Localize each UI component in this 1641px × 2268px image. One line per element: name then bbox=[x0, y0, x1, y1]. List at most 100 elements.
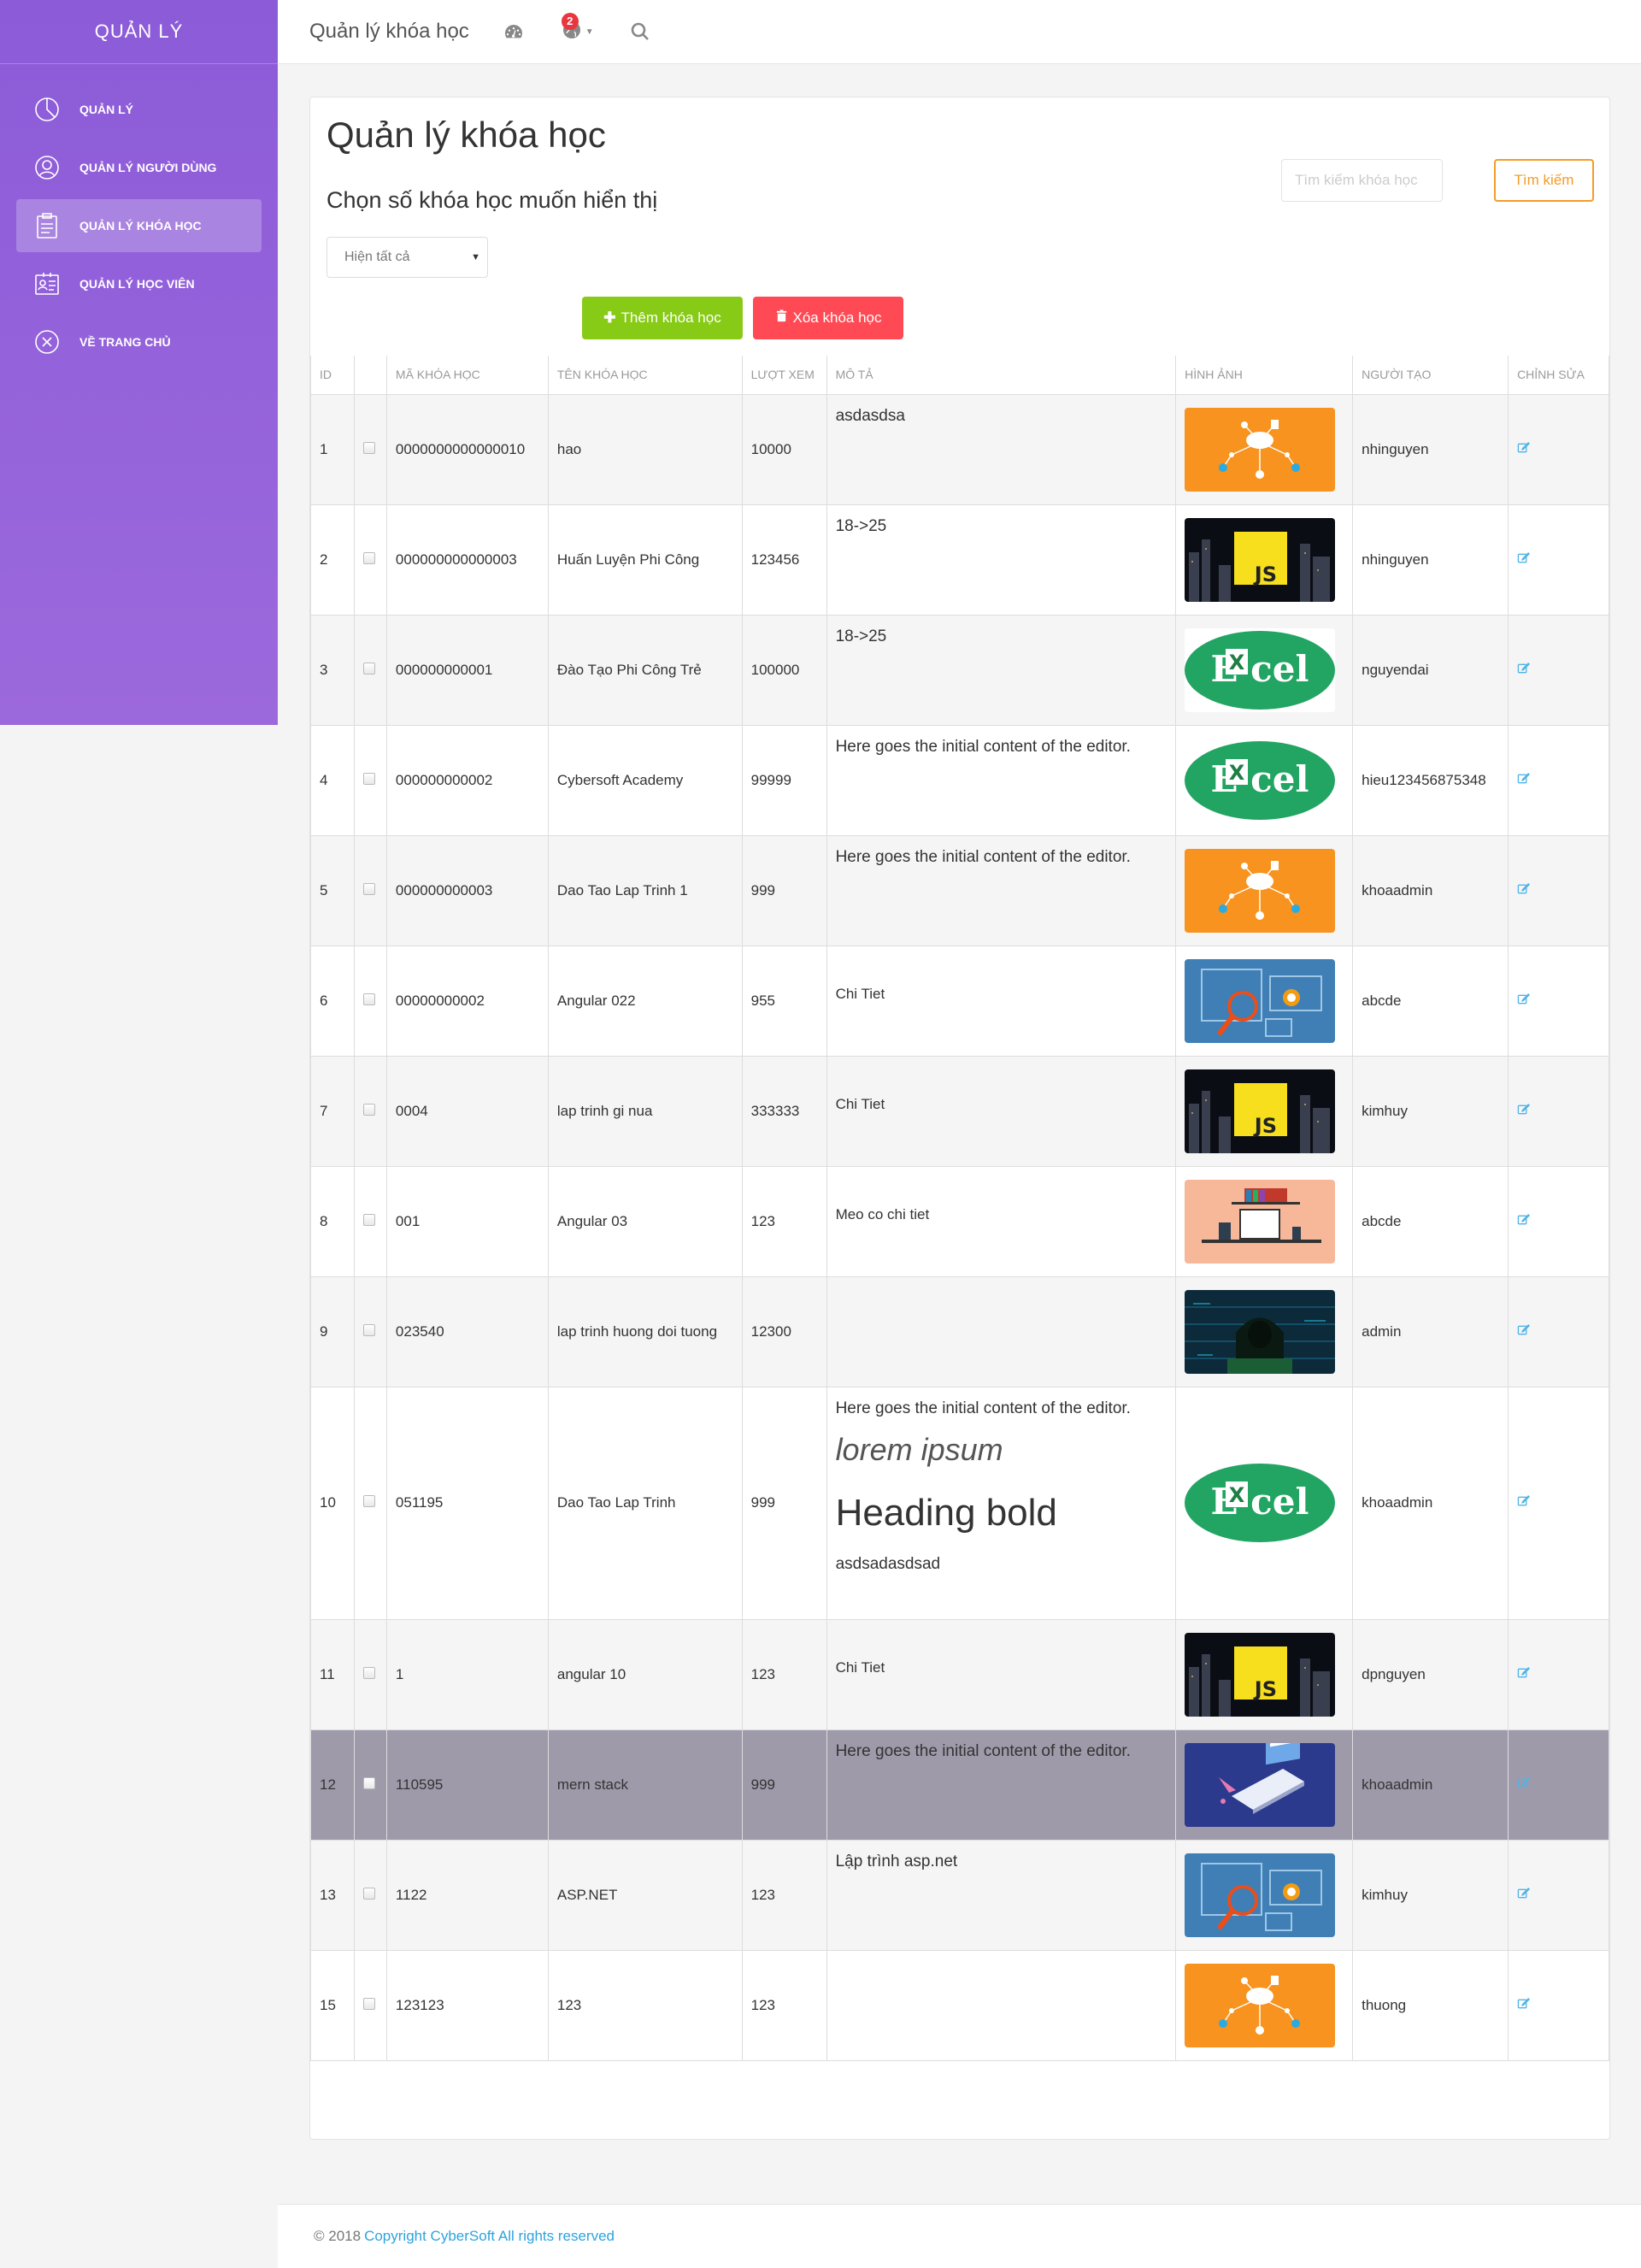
cell-views: 955 bbox=[741, 945, 827, 1057]
edit-icon[interactable] bbox=[1517, 1997, 1531, 2014]
delete-course-button[interactable]: Xóa khóa học bbox=[753, 297, 903, 339]
edit-icon[interactable] bbox=[1517, 993, 1531, 1010]
notifications-globe[interactable]: 2 ▼ bbox=[561, 12, 594, 44]
edit-icon[interactable] bbox=[1517, 882, 1531, 899]
course-thumbnail: E cel X bbox=[1185, 627, 1336, 712]
row-checkbox[interactable] bbox=[362, 1213, 375, 1226]
cell-id: 12 bbox=[310, 1729, 355, 1841]
cell-creator: hieu123456875348 bbox=[1352, 724, 1509, 836]
row-checkbox[interactable] bbox=[362, 551, 375, 564]
row-checkbox[interactable] bbox=[362, 1495, 375, 1507]
cell-edit bbox=[1508, 1165, 1609, 1277]
edit-icon[interactable] bbox=[1517, 1103, 1531, 1120]
cell-course-name: 123 bbox=[547, 1949, 743, 2061]
cell-creator: admin bbox=[1352, 1275, 1509, 1387]
edit-icon[interactable] bbox=[1517, 1776, 1531, 1794]
select-value: Hiện tất cả bbox=[344, 250, 410, 264]
row-checkbox[interactable] bbox=[362, 772, 375, 785]
table-row[interactable]: 15 123123 123 123 thuong bbox=[310, 1949, 1609, 2061]
edit-icon[interactable] bbox=[1517, 662, 1531, 679]
cell-course-code: 123123 bbox=[385, 1949, 549, 2061]
table-row[interactable]: 3 000000000001 Đào Tạo Phi Công Trẻ 100000 1… bbox=[310, 614, 1609, 726]
table-row[interactable]: 10 051195 Dao Tao Lap Trinh 999 Here goes th… bbox=[310, 1386, 1609, 1620]
sidebar-item-label: QUẢN LÝ HỌC VIÊN bbox=[79, 277, 195, 291]
sidebar-item-courses[interactable]: QUẢN LÝ KHÓA HỌC bbox=[16, 199, 262, 252]
row-checkbox[interactable] bbox=[362, 1997, 375, 2010]
cell-views: 123 bbox=[741, 1618, 827, 1730]
cell-course-code: 1122 bbox=[385, 1839, 549, 1951]
table-row[interactable]: 9 023540 lap trinh huong doi tuong 12300 adm… bbox=[310, 1275, 1609, 1387]
cell-image bbox=[1175, 393, 1354, 505]
table-row[interactable]: 12 110595 mern stack 999 Here goes the initi… bbox=[310, 1729, 1609, 1841]
row-checkbox[interactable] bbox=[362, 1323, 375, 1336]
table-row[interactable]: 13 1122 ASP.NET 123 Lập trình asp.net kimhuy bbox=[310, 1839, 1609, 1951]
row-checkbox[interactable] bbox=[362, 1666, 375, 1679]
topbar-title[interactable]: Quản lý khóa học bbox=[309, 20, 469, 44]
row-checkbox[interactable] bbox=[362, 441, 375, 454]
table-row[interactable]: 2 000000000000003 Huấn Luyện Phi Công 12345… bbox=[310, 504, 1609, 616]
course-search-input[interactable] bbox=[1281, 159, 1443, 202]
row-checkbox[interactable] bbox=[362, 662, 375, 675]
sidebar-nav: QUẢN LÝ QUẢN LÝ NGƯỜI DÙNG QUẢN LÝ KHÓA … bbox=[0, 64, 278, 368]
row-checkbox[interactable] bbox=[362, 993, 375, 1005]
cell-description: 18->25 bbox=[826, 614, 1177, 726]
column-header: NGƯỜI TẠO bbox=[1352, 356, 1509, 395]
cell-description: Here goes the initial content of the edi… bbox=[826, 834, 1177, 946]
table-row[interactable]: 6 00000000002 Angular 022 955 Chi Tiet abcde bbox=[310, 945, 1609, 1057]
table-row[interactable]: 1 0000000000000010 hao 10000 asdasdsa nhinguy… bbox=[310, 393, 1609, 505]
table-row[interactable]: 5 000000000003 Dao Tao Lap Trinh 1 999 Here … bbox=[310, 834, 1609, 946]
sidebar-item-dashboard[interactable]: QUẢN LÝ bbox=[16, 83, 262, 136]
search-button[interactable]: Tìm kiếm bbox=[1494, 159, 1594, 202]
footer-link[interactable]: Copyright CyberSoft All rights reserved bbox=[364, 2228, 615, 2245]
footer-copyright: © 2018 bbox=[314, 2228, 362, 2244]
table-row[interactable]: 8 001 Angular 03 123 Meo co chi tiet abcde bbox=[310, 1165, 1609, 1277]
dashboard-icon[interactable] bbox=[503, 21, 524, 42]
edit-icon[interactable] bbox=[1517, 441, 1531, 458]
edit-icon[interactable] bbox=[1517, 1887, 1531, 1904]
cell-edit bbox=[1508, 1055, 1609, 1167]
sidebar-logo[interactable]: QUẢN LÝ bbox=[0, 0, 278, 64]
cell-course-name: Dao Tao Lap Trinh bbox=[547, 1386, 743, 1620]
sidebar-item-users[interactable]: QUẢN LÝ NGƯỜI DÙNG bbox=[16, 141, 262, 194]
courses-table-body: 1 0000000000000010 hao 10000 asdasdsa nhinguy… bbox=[310, 393, 1609, 2061]
display-count-select[interactable]: Hiện tất cả ▼ bbox=[326, 237, 488, 278]
edit-icon[interactable] bbox=[1517, 772, 1531, 789]
description-text: Here goes the initial content of the edi… bbox=[835, 1741, 1131, 1760]
cell-course-code: 0000000000000010 bbox=[385, 393, 549, 505]
cell-description: Lập trình asp.net bbox=[826, 1839, 1177, 1951]
edit-icon[interactable] bbox=[1517, 1494, 1531, 1511]
table-row[interactable]: 4 000000000002 Cybersoft Academy 99999 Here … bbox=[310, 724, 1609, 836]
edit-icon[interactable] bbox=[1517, 1213, 1531, 1230]
description-text: Lập trình asp.net bbox=[835, 1852, 958, 1870]
row-checkbox[interactable] bbox=[362, 882, 375, 895]
course-thumbnail bbox=[1185, 1963, 1336, 2047]
cell-course-code: 000000000001 bbox=[385, 614, 549, 726]
cell-image: JS bbox=[1175, 1055, 1354, 1167]
search-icon[interactable] bbox=[630, 21, 650, 42]
edit-icon[interactable] bbox=[1517, 1323, 1531, 1340]
sidebar-item-students[interactable]: QUẢN LÝ HỌC VIÊN bbox=[16, 257, 262, 310]
svg-text:X: X bbox=[1229, 1483, 1245, 1507]
table-row[interactable]: 11 1 angular 10 123 Chi Tiet JS dpnguyen bbox=[310, 1618, 1609, 1730]
row-checkbox[interactable] bbox=[362, 1887, 375, 1900]
user-icon bbox=[33, 154, 61, 181]
row-checkbox[interactable] bbox=[362, 1103, 375, 1116]
add-course-button[interactable]: ✚ Thêm khóa học bbox=[582, 297, 743, 339]
table-row[interactable]: 7 0004 lap trinh gi nua 333333 Chi Tiet JS kim… bbox=[310, 1055, 1609, 1167]
cell-select bbox=[353, 614, 387, 726]
cell-image bbox=[1175, 1839, 1354, 1951]
cell-views: 999 bbox=[741, 1729, 827, 1841]
course-thumbnail bbox=[1185, 407, 1336, 492]
edit-icon[interactable] bbox=[1517, 1666, 1531, 1683]
cell-course-name: lap trinh gi nua bbox=[547, 1055, 743, 1167]
sidebar-item-home[interactable]: VỀ TRANG CHỦ bbox=[16, 315, 262, 368]
edit-icon[interactable] bbox=[1517, 551, 1531, 568]
row-checkbox[interactable] bbox=[362, 1776, 375, 1789]
cell-select bbox=[353, 504, 387, 616]
svg-text:E cel: E cel bbox=[1211, 758, 1309, 800]
cell-id: 13 bbox=[310, 1839, 355, 1951]
description-text: Meo co chi tiet bbox=[835, 1205, 930, 1222]
cell-select bbox=[353, 1386, 387, 1620]
description-text: Here goes the initial content of the edi… bbox=[835, 1399, 1131, 1417]
course-thumbnail: JS bbox=[1185, 517, 1336, 602]
